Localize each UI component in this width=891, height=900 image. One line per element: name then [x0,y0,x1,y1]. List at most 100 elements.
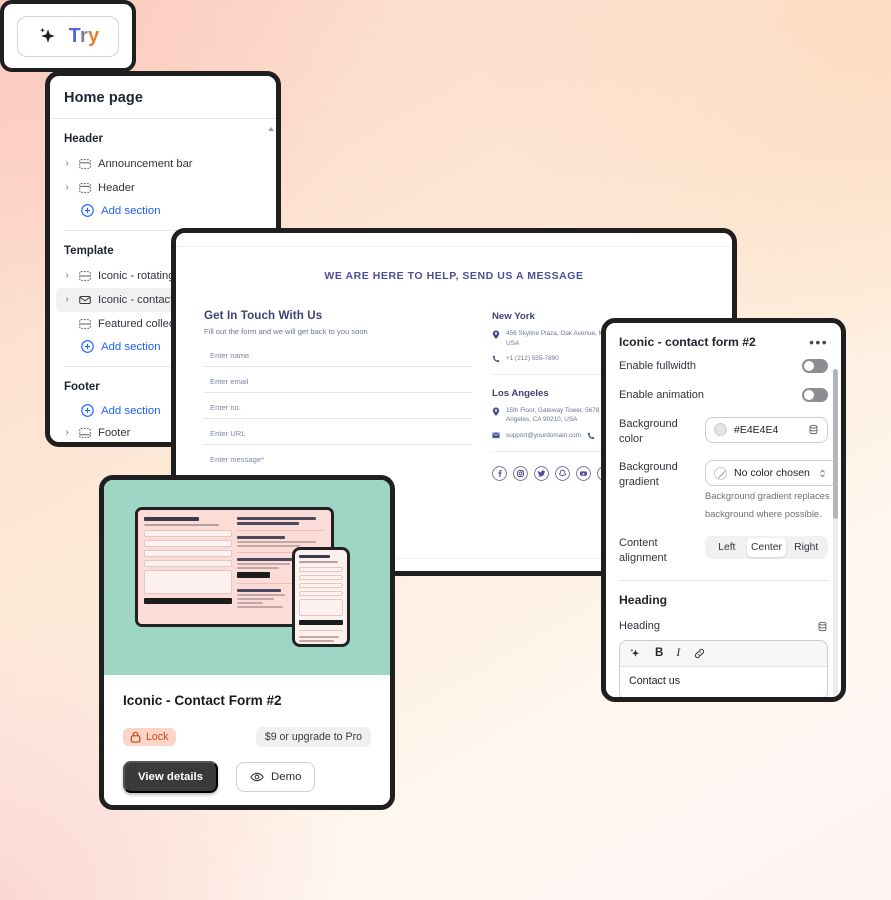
align-left-option[interactable]: Left [707,538,747,557]
heading-rich-text-editor: B I Contact us [619,639,828,697]
card-thumbnail [104,480,390,675]
mockup-heading [237,589,281,592]
mockup-text [237,541,317,543]
mockup-heading [237,536,286,539]
url-input[interactable]: Enter URL [204,425,472,445]
mockup-input [144,540,232,547]
enable-fullwidth-toggle[interactable] [802,359,828,374]
chevron-right-icon[interactable]: › [62,183,72,193]
database-icon[interactable] [817,621,828,632]
mockup-text [237,606,283,608]
facebook-icon[interactable] [492,465,507,481]
mockup-heading [237,517,317,520]
more-options-button[interactable]: ••• [809,335,828,349]
sidebar-item-label: Header [98,182,135,194]
heading-section-title: Heading [619,593,668,608]
mockup-text [237,594,286,596]
mockup-input [299,582,343,588]
twitter-icon[interactable] [534,465,549,481]
snapchat-icon[interactable] [555,465,570,481]
sidebar-item-announcement-bar[interactable]: › Announcement bar [50,152,276,176]
mockup-input [299,574,343,580]
thumbnail-mobile-mockup [292,547,350,647]
mail-icon [492,432,500,439]
name-input[interactable]: Enter name [204,347,472,367]
content-alignment-segmented-control: Left Center Right [705,536,828,560]
sidebar-item-label: Featured collecti [98,318,181,330]
view-details-button[interactable]: View details [123,761,219,793]
background-color-value: #E4E4E4 [734,423,779,436]
mockup-text [299,635,340,638]
setting-content-alignment: Content alignment Left Center Right [619,536,828,566]
heading-input[interactable]: Contact us [620,667,827,697]
italic-button[interactable]: I [676,647,680,660]
mockup-text [237,563,290,565]
bold-button[interactable]: B [655,647,663,660]
try-button-window: Try [0,0,136,72]
color-swatch [714,423,727,437]
background-color-picker[interactable]: #E4E4E4 [705,416,828,443]
instagram-icon[interactable] [513,465,528,481]
add-section-label: Add section [101,404,161,417]
settings-body: Enable fullwidth Enable animation Backgr… [606,359,841,697]
youtube-icon[interactable] [576,465,591,481]
add-section-button-header[interactable]: Add section [50,200,276,221]
settings-header: Iconic - contact form #2 ••• [606,323,841,359]
setting-label: Background gradient [619,461,678,489]
setting-label: Content alignment [619,537,667,565]
theme-section-card: Iconic - Contact Form #2 Lock $9 or upgr… [99,475,395,810]
mockup-text [237,598,274,600]
mockup-input [144,530,232,537]
lock-badge: Lock [123,728,177,746]
setting-background-gradient: Background gradient No color chosen Back… [619,460,837,522]
section-icon [79,271,91,281]
message-textarea[interactable]: Enter message* [204,451,472,464]
page-title: Home page [64,90,144,106]
enable-animation-toggle[interactable] [802,388,828,403]
heading-field-label: Heading [619,620,660,633]
chevron-right-icon[interactable]: › [62,159,72,169]
chevron-right-icon[interactable]: › [62,428,72,438]
align-center-option[interactable]: Center [746,538,787,558]
form-subheading: Fill out the form and we will get back t… [204,327,368,336]
link-icon[interactable] [693,647,706,660]
mockup-textarea [299,598,343,616]
sparkle-icon[interactable] [629,647,642,660]
location-email[interactable]: support@yourdomain.com [506,431,581,441]
sidebar-item-header[interactable]: › Header [50,176,276,200]
header-icon [79,183,91,193]
contact-form: Get In Touch With Us Fill out the form a… [204,309,472,481]
mockup-heading [237,522,299,525]
database-icon[interactable] [808,424,819,435]
phone-icon [492,356,500,363]
chevron-right-icon[interactable]: › [62,271,72,281]
add-section-label: Add section [101,204,161,217]
mockup-textarea [144,570,232,594]
lock-label: Lock [146,731,169,743]
setting-enable-animation: Enable animation [619,388,828,403]
scroll-up-arrow[interactable] [268,127,274,131]
section-settings-window: Iconic - contact form #2 ••• Enable full… [601,318,846,702]
contact-icon [79,295,91,305]
try-button[interactable]: Try [16,15,120,57]
plus-circle-icon [81,404,94,417]
mockup-heading [299,555,330,558]
chevron-right-icon[interactable]: › [62,295,72,305]
background-gradient-picker[interactable]: No color chosen [705,460,837,487]
demo-label: Demo [271,771,302,783]
email-input[interactable]: Enter email [204,373,472,393]
preview-banner-text: WE ARE HERE TO HELP, SEND US A MESSAGE [324,270,584,282]
demo-button[interactable]: Demo [236,762,316,792]
try-label: Try [68,24,100,47]
mockup-heading [144,517,199,521]
mockup-input [144,560,232,567]
scrollbar-thumb[interactable] [833,369,838,519]
phone-input[interactable]: Enter no. [204,399,472,419]
background-gradient-hint: Background gradient replaces background … [705,490,830,520]
chevron-updown-icon[interactable] [817,468,828,479]
mockup-text [299,643,328,644]
location-phone: +1 (212) 555-7890 [506,355,559,363]
sidebar-item-label: Iconic - rotating [98,270,175,282]
no-color-swatch [714,466,727,480]
align-right-option[interactable]: Right [786,538,826,557]
